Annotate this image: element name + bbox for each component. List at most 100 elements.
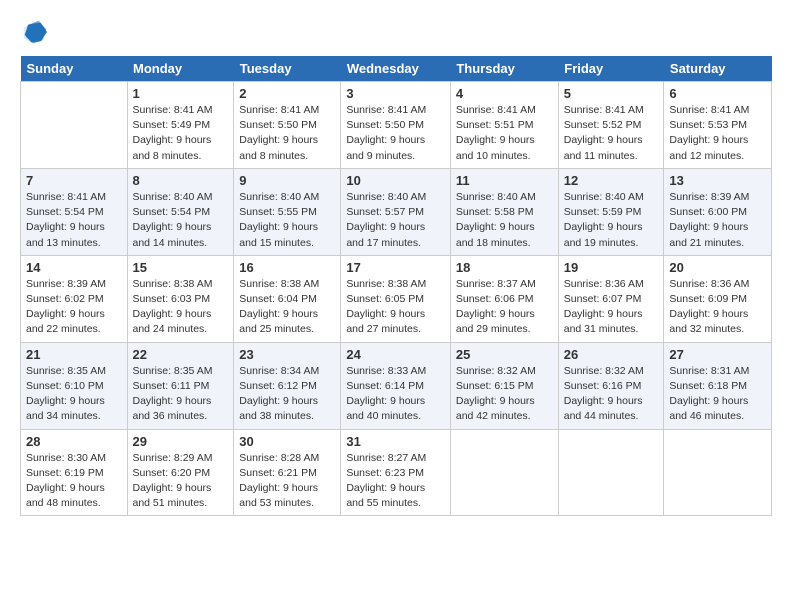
calendar-table: SundayMondayTuesdayWednesdayThursdayFrid… xyxy=(20,56,772,516)
calendar-cell: 11 Sunrise: 8:40 AM Sunset: 5:58 PM Dayli… xyxy=(450,168,558,255)
day-info: Sunrise: 8:27 AM Sunset: 6:23 PM Dayligh… xyxy=(346,451,445,512)
calendar-cell: 25Sunrise: 8:32 AM Sunset: 6:15 PM Dayli… xyxy=(450,342,558,429)
day-number: 15 xyxy=(133,260,229,275)
day-number: 8 xyxy=(133,173,229,188)
calendar-cell: 9 Sunrise: 8:40 AM Sunset: 5:55 PM Daylig… xyxy=(234,168,341,255)
weekday-header-saturday: Saturday xyxy=(664,56,772,82)
day-info: Sunrise: 8:39 AM Sunset: 6:00 PM Dayligh… xyxy=(669,190,766,251)
day-info: Sunrise: 8:40 AM Sunset: 5:55 PM Dayligh… xyxy=(239,190,335,251)
calendar-cell: 28Sunrise: 8:30 AM Sunset: 6:19 PM Dayli… xyxy=(21,429,128,516)
day-info: Sunrise: 8:38 AM Sunset: 6:04 PM Dayligh… xyxy=(239,277,335,338)
weekday-header-row: SundayMondayTuesdayWednesdayThursdayFrid… xyxy=(21,56,772,82)
calendar-cell: 2 Sunrise: 8:41 AM Sunset: 5:50 PM Daylig… xyxy=(234,82,341,169)
day-number: 11 xyxy=(456,173,553,188)
calendar-cell: 26 Sunrise: 8:32 AM Sunset: 6:16 PM Dayli… xyxy=(558,342,664,429)
day-number: 24 xyxy=(346,347,445,362)
day-info: Sunrise: 8:40 AM Sunset: 5:58 PM Dayligh… xyxy=(456,190,553,251)
day-number: 21 xyxy=(26,347,122,362)
calendar-cell xyxy=(21,82,128,169)
day-info: Sunrise: 8:38 AM Sunset: 6:03 PM Dayligh… xyxy=(133,277,229,338)
day-info: Sunrise: 8:41 AM Sunset: 5:52 PM Dayligh… xyxy=(564,103,659,164)
calendar-cell: 14 Sunrise: 8:39 AM Sunset: 6:02 PM Dayli… xyxy=(21,255,128,342)
day-info: Sunrise: 8:31 AM Sunset: 6:18 PM Dayligh… xyxy=(669,364,766,425)
day-number: 18 xyxy=(456,260,553,275)
logo xyxy=(20,18,50,46)
calendar-cell: 5 Sunrise: 8:41 AM Sunset: 5:52 PM Daylig… xyxy=(558,82,664,169)
weekday-header-friday: Friday xyxy=(558,56,664,82)
day-info: Sunrise: 8:41 AM Sunset: 5:50 PM Dayligh… xyxy=(346,103,445,164)
day-number: 22 xyxy=(133,347,229,362)
page: SundayMondayTuesdayWednesdayThursdayFrid… xyxy=(0,0,792,612)
day-info: Sunrise: 8:36 AM Sunset: 6:09 PM Dayligh… xyxy=(669,277,766,338)
calendar-cell: 13 Sunrise: 8:39 AM Sunset: 6:00 PM Dayli… xyxy=(664,168,772,255)
weekday-header-sunday: Sunday xyxy=(21,56,128,82)
day-info: Sunrise: 8:30 AM Sunset: 6:19 PM Dayligh… xyxy=(26,451,122,512)
calendar-cell xyxy=(664,429,772,516)
day-number: 26 xyxy=(564,347,659,362)
calendar-cell: 6 Sunrise: 8:41 AM Sunset: 5:53 PM Daylig… xyxy=(664,82,772,169)
day-info: Sunrise: 8:36 AM Sunset: 6:07 PM Dayligh… xyxy=(564,277,659,338)
day-info: Sunrise: 8:35 AM Sunset: 6:11 PM Dayligh… xyxy=(133,364,229,425)
day-number: 16 xyxy=(239,260,335,275)
calendar-cell: 12Sunrise: 8:40 AM Sunset: 5:59 PM Dayli… xyxy=(558,168,664,255)
calendar-week-row: 21 Sunrise: 8:35 AM Sunset: 6:10 PM Dayli… xyxy=(21,342,772,429)
day-number: 14 xyxy=(26,260,122,275)
day-number: 31 xyxy=(346,434,445,449)
day-number: 9 xyxy=(239,173,335,188)
day-number: 1 xyxy=(133,86,229,101)
calendar-week-row: 1 Sunrise: 8:41 AM Sunset: 5:49 PM Daylig… xyxy=(21,82,772,169)
calendar-cell: 3 Sunrise: 8:41 AM Sunset: 5:50 PM Daylig… xyxy=(341,82,451,169)
day-info: Sunrise: 8:37 AM Sunset: 6:06 PM Dayligh… xyxy=(456,277,553,338)
day-info: Sunrise: 8:28 AM Sunset: 6:21 PM Dayligh… xyxy=(239,451,335,512)
calendar-week-row: 7 Sunrise: 8:41 AM Sunset: 5:54 PM Daylig… xyxy=(21,168,772,255)
day-info: Sunrise: 8:34 AM Sunset: 6:12 PM Dayligh… xyxy=(239,364,335,425)
day-info: Sunrise: 8:41 AM Sunset: 5:54 PM Dayligh… xyxy=(26,190,122,251)
calendar-cell: 15 Sunrise: 8:38 AM Sunset: 6:03 PM Dayli… xyxy=(127,255,234,342)
day-info: Sunrise: 8:41 AM Sunset: 5:53 PM Dayligh… xyxy=(669,103,766,164)
calendar-cell: 16 Sunrise: 8:38 AM Sunset: 6:04 PM Dayli… xyxy=(234,255,341,342)
day-number: 20 xyxy=(669,260,766,275)
calendar-cell: 23 Sunrise: 8:34 AM Sunset: 6:12 PM Dayli… xyxy=(234,342,341,429)
calendar-cell: 24 Sunrise: 8:33 AM Sunset: 6:14 PM Dayli… xyxy=(341,342,451,429)
day-info: Sunrise: 8:40 AM Sunset: 5:57 PM Dayligh… xyxy=(346,190,445,251)
calendar-cell: 18 Sunrise: 8:37 AM Sunset: 6:06 PM Dayli… xyxy=(450,255,558,342)
weekday-header-tuesday: Tuesday xyxy=(234,56,341,82)
day-number: 29 xyxy=(133,434,229,449)
day-number: 3 xyxy=(346,86,445,101)
day-info: Sunrise: 8:39 AM Sunset: 6:02 PM Dayligh… xyxy=(26,277,122,338)
day-info: Sunrise: 8:35 AM Sunset: 6:10 PM Dayligh… xyxy=(26,364,122,425)
calendar-cell: 20 Sunrise: 8:36 AM Sunset: 6:09 PM Dayli… xyxy=(664,255,772,342)
calendar-cell xyxy=(450,429,558,516)
day-number: 13 xyxy=(669,173,766,188)
day-info: Sunrise: 8:29 AM Sunset: 6:20 PM Dayligh… xyxy=(133,451,229,512)
day-number: 4 xyxy=(456,86,553,101)
calendar-week-row: 28Sunrise: 8:30 AM Sunset: 6:19 PM Dayli… xyxy=(21,429,772,516)
day-info: Sunrise: 8:40 AM Sunset: 5:59 PM Dayligh… xyxy=(564,190,659,251)
day-info: Sunrise: 8:40 AM Sunset: 5:54 PM Dayligh… xyxy=(133,190,229,251)
day-number: 17 xyxy=(346,260,445,275)
day-number: 23 xyxy=(239,347,335,362)
day-number: 7 xyxy=(26,173,122,188)
day-info: Sunrise: 8:33 AM Sunset: 6:14 PM Dayligh… xyxy=(346,364,445,425)
weekday-header-thursday: Thursday xyxy=(450,56,558,82)
day-number: 5 xyxy=(564,86,659,101)
calendar-cell: 21 Sunrise: 8:35 AM Sunset: 6:10 PM Dayli… xyxy=(21,342,128,429)
calendar-cell: 8 Sunrise: 8:40 AM Sunset: 5:54 PM Daylig… xyxy=(127,168,234,255)
calendar-cell: 29 Sunrise: 8:29 AM Sunset: 6:20 PM Dayli… xyxy=(127,429,234,516)
day-info: Sunrise: 8:41 AM Sunset: 5:50 PM Dayligh… xyxy=(239,103,335,164)
calendar-cell: 17Sunrise: 8:38 AM Sunset: 6:05 PM Dayli… xyxy=(341,255,451,342)
calendar-cell: 27Sunrise: 8:31 AM Sunset: 6:18 PM Dayli… xyxy=(664,342,772,429)
weekday-header-monday: Monday xyxy=(127,56,234,82)
day-number: 2 xyxy=(239,86,335,101)
calendar-cell: 4 Sunrise: 8:41 AM Sunset: 5:51 PM Daylig… xyxy=(450,82,558,169)
day-info: Sunrise: 8:41 AM Sunset: 5:51 PM Dayligh… xyxy=(456,103,553,164)
weekday-header-wednesday: Wednesday xyxy=(341,56,451,82)
day-info: Sunrise: 8:32 AM Sunset: 6:16 PM Dayligh… xyxy=(564,364,659,425)
calendar-cell: 22 Sunrise: 8:35 AM Sunset: 6:11 PM Dayli… xyxy=(127,342,234,429)
calendar-cell xyxy=(558,429,664,516)
calendar-cell: 30Sunrise: 8:28 AM Sunset: 6:21 PM Dayli… xyxy=(234,429,341,516)
calendar-cell: 1 Sunrise: 8:41 AM Sunset: 5:49 PM Daylig… xyxy=(127,82,234,169)
day-info: Sunrise: 8:41 AM Sunset: 5:49 PM Dayligh… xyxy=(133,103,229,164)
day-number: 6 xyxy=(669,86,766,101)
calendar-cell: 7 Sunrise: 8:41 AM Sunset: 5:54 PM Daylig… xyxy=(21,168,128,255)
